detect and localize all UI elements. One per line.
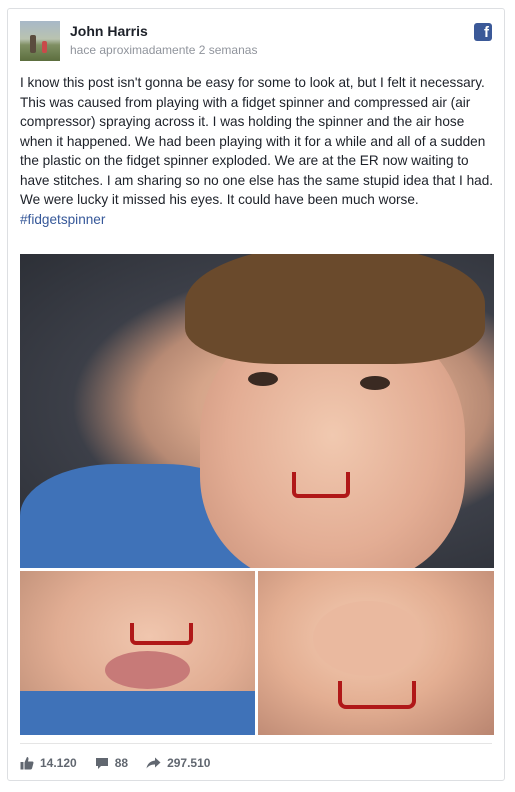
photo-wound [292, 472, 350, 498]
avatar-figure [30, 35, 36, 53]
photo-wound [338, 681, 416, 709]
like-count-value: 14.120 [40, 756, 77, 770]
post-card: John Harris hace aproximadamente 2 seman… [7, 8, 505, 781]
like-count[interactable]: 14.120 [20, 756, 77, 770]
photo-shirt [20, 691, 255, 735]
post-text: I know this post isn't gonna be easy for… [20, 75, 494, 207]
photo-lips [105, 651, 190, 689]
comment-count[interactable]: 88 [95, 756, 128, 770]
thumbs-up-icon [20, 757, 34, 770]
comment-count-value: 88 [114, 756, 129, 770]
photo-nose [313, 601, 423, 676]
facebook-icon[interactable]: f [474, 23, 492, 41]
share-count[interactable]: 297.510 [146, 756, 210, 770]
post-photo-right[interactable] [258, 571, 494, 735]
hashtag-link[interactable]: #fidgetspinner [20, 210, 494, 230]
author-name[interactable]: John Harris [70, 23, 148, 39]
comment-bubble-icon [95, 757, 108, 769]
post-body: I know this post isn't gonna be easy for… [20, 73, 494, 229]
post-header: John Harris hace aproximadamente 2 seman… [20, 21, 492, 65]
avatar-figure [42, 41, 47, 53]
share-count-value: 297.510 [167, 756, 211, 770]
avatar[interactable] [20, 21, 60, 61]
post-stats: 14.120 88 297.510 [20, 753, 228, 773]
stats-divider [20, 743, 492, 744]
photo-eye [248, 372, 278, 386]
post-timestamp[interactable]: hace aproximadamente 2 semanas [70, 43, 257, 57]
post-photo-main[interactable] [20, 254, 494, 568]
photo-hair [185, 254, 485, 364]
post-photo-left[interactable] [20, 571, 255, 735]
photo-wound [130, 623, 193, 645]
photo-eye [360, 376, 390, 390]
share-arrow-icon [146, 757, 161, 769]
